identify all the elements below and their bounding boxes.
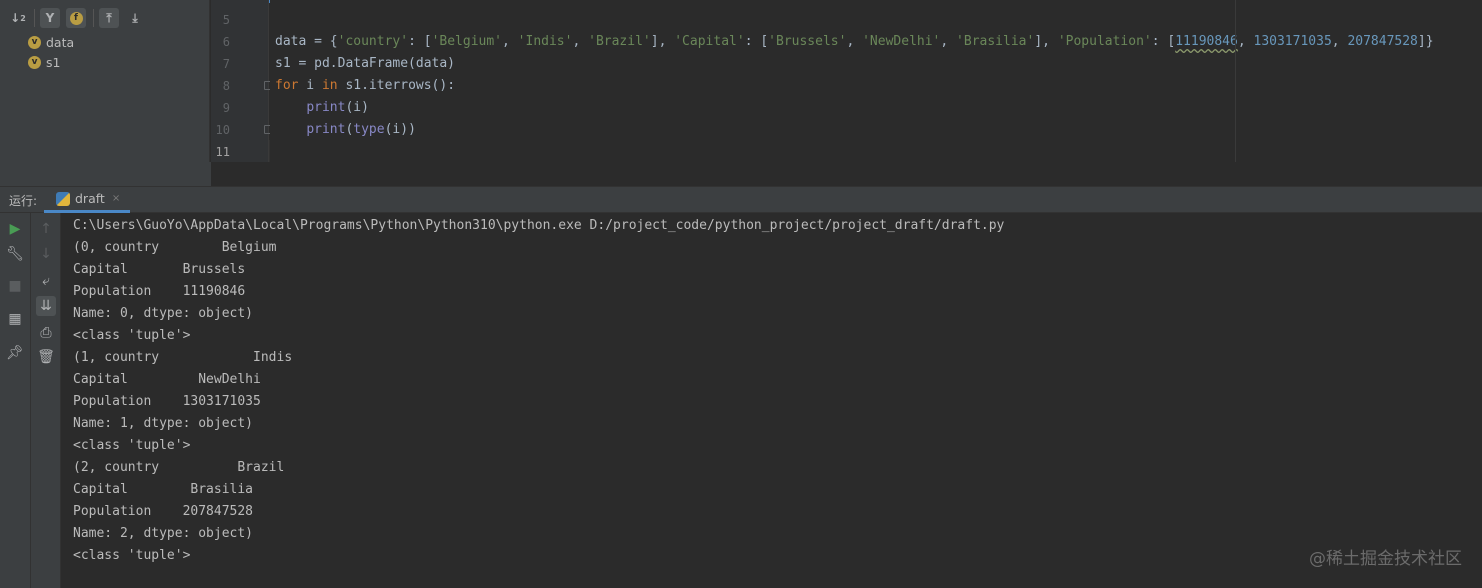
run-panel-label: 运行: (9, 194, 38, 208)
variable-icon: v (28, 55, 41, 69)
console-line: (0, country Belgium (73, 240, 277, 255)
trash-icon[interactable]: 🗑︎ (36, 347, 56, 367)
console-line: (2, country Brazil (73, 460, 285, 475)
code-line-9: print(i) (306, 100, 369, 115)
print-icon[interactable]: ⎙ (36, 323, 56, 343)
toolbar-separator (93, 9, 94, 27)
structure-panel: ↓ 2 Y f ⤒ ⤓ v data v s1 (0, 0, 210, 186)
close-icon[interactable]: × (112, 193, 120, 204)
console-line: Population 11190846 (73, 284, 246, 299)
run-toolbar-right: ↑ ↓ ⤶ ⇊ ⎙ 🗑︎ (31, 213, 61, 588)
console-line: Name: 0, dtype: object) (73, 306, 254, 321)
line-number-gutter: 5 6 7 8 9 10 11 (211, 0, 273, 162)
line-number: 6 (222, 35, 230, 49)
console-line: Capital Brasilia (73, 482, 254, 497)
filter-icon[interactable]: Y (40, 8, 60, 28)
variable-item-s1[interactable]: v s1 (28, 53, 60, 71)
field-icon[interactable]: f (66, 8, 86, 28)
console-line: Name: 2, dtype: object) (73, 526, 254, 541)
structure-toolbar: ↓ 2 Y f ⤒ ⤓ (0, 0, 210, 34)
console-line: <class 'tuple'> (73, 328, 191, 343)
console-line: Population 1303171035 (73, 394, 261, 409)
run-icon[interactable]: ▶ (5, 219, 25, 239)
line-number: 8 (222, 79, 230, 93)
right-margin-guide (1235, 0, 1236, 162)
code-line-6: data = {'country': ['Belgium', 'Indis', … (275, 34, 1434, 49)
line-number-current: 11 (215, 145, 230, 159)
code-line-7: s1 = pd.DataFrame(data) (275, 56, 456, 71)
line-number: 10 (215, 123, 230, 137)
watermark: @稀土掘金技术社区 (1309, 549, 1462, 569)
run-tab-draft[interactable]: draft × (44, 187, 130, 213)
run-toolbar-left: ▶ 🔧︎ ■ ▦ 📌︎ (0, 213, 31, 588)
up-arrow-icon[interactable]: ↑ (36, 219, 56, 239)
collapse-icon[interactable]: ⤓ (125, 8, 145, 28)
python-icon (56, 191, 70, 206)
line-number: 9 (222, 101, 230, 115)
soft-wrap-icon[interactable]: ⤶ (36, 271, 56, 291)
wrench-icon[interactable]: 🔧︎ (5, 244, 25, 264)
line-number: 5 (222, 13, 230, 27)
editor-bottom-spacer (0, 162, 1482, 186)
console-line: <class 'tuple'> (73, 548, 191, 563)
stop-icon[interactable]: ■ (5, 276, 25, 296)
console-line: C:\Users\GuoYo\AppData\Local\Programs\Py… (73, 218, 1005, 233)
variable-label: data (46, 34, 75, 50)
pin-icon[interactable]: 📌︎ (5, 343, 25, 363)
scroll-to-end-icon[interactable]: ⇊ (36, 296, 56, 316)
sort-icon[interactable]: ↓ 2 (8, 8, 28, 28)
console-line: Capital NewDelhi (73, 372, 261, 387)
structure-bottom-spacer (0, 162, 211, 186)
console-line: Name: 1, dtype: object) (73, 416, 254, 431)
line-number: 7 (222, 57, 230, 71)
variable-icon: v (28, 35, 41, 49)
toolbar-separator (34, 9, 35, 27)
variable-label: s1 (46, 54, 61, 70)
run-panel-header: 运行: draft × (0, 186, 1482, 213)
expand-icon[interactable]: ⤒ (99, 8, 119, 28)
code-line-8: for i in s1.iterrows(): (275, 78, 456, 93)
layout-icon[interactable]: ▦ (5, 309, 25, 329)
code-line-10: print(type(i)) (306, 122, 416, 137)
console-line: Capital Brussels (73, 262, 246, 277)
console-line: Population 207847528 (73, 504, 254, 519)
console-line: <class 'tuple'> (73, 438, 191, 453)
code-editor[interactable]: data = {'country': ['Belgium', 'Indis', … (270, 0, 1482, 162)
run-tab-label: draft (75, 191, 105, 206)
variable-item-data[interactable]: v data (28, 33, 74, 51)
console-output[interactable]: C:\Users\GuoYo\AppData\Local\Programs\Py… (61, 213, 1482, 588)
console-line: (1, country Indis (73, 350, 293, 365)
down-arrow-icon[interactable]: ↓ (36, 244, 56, 264)
